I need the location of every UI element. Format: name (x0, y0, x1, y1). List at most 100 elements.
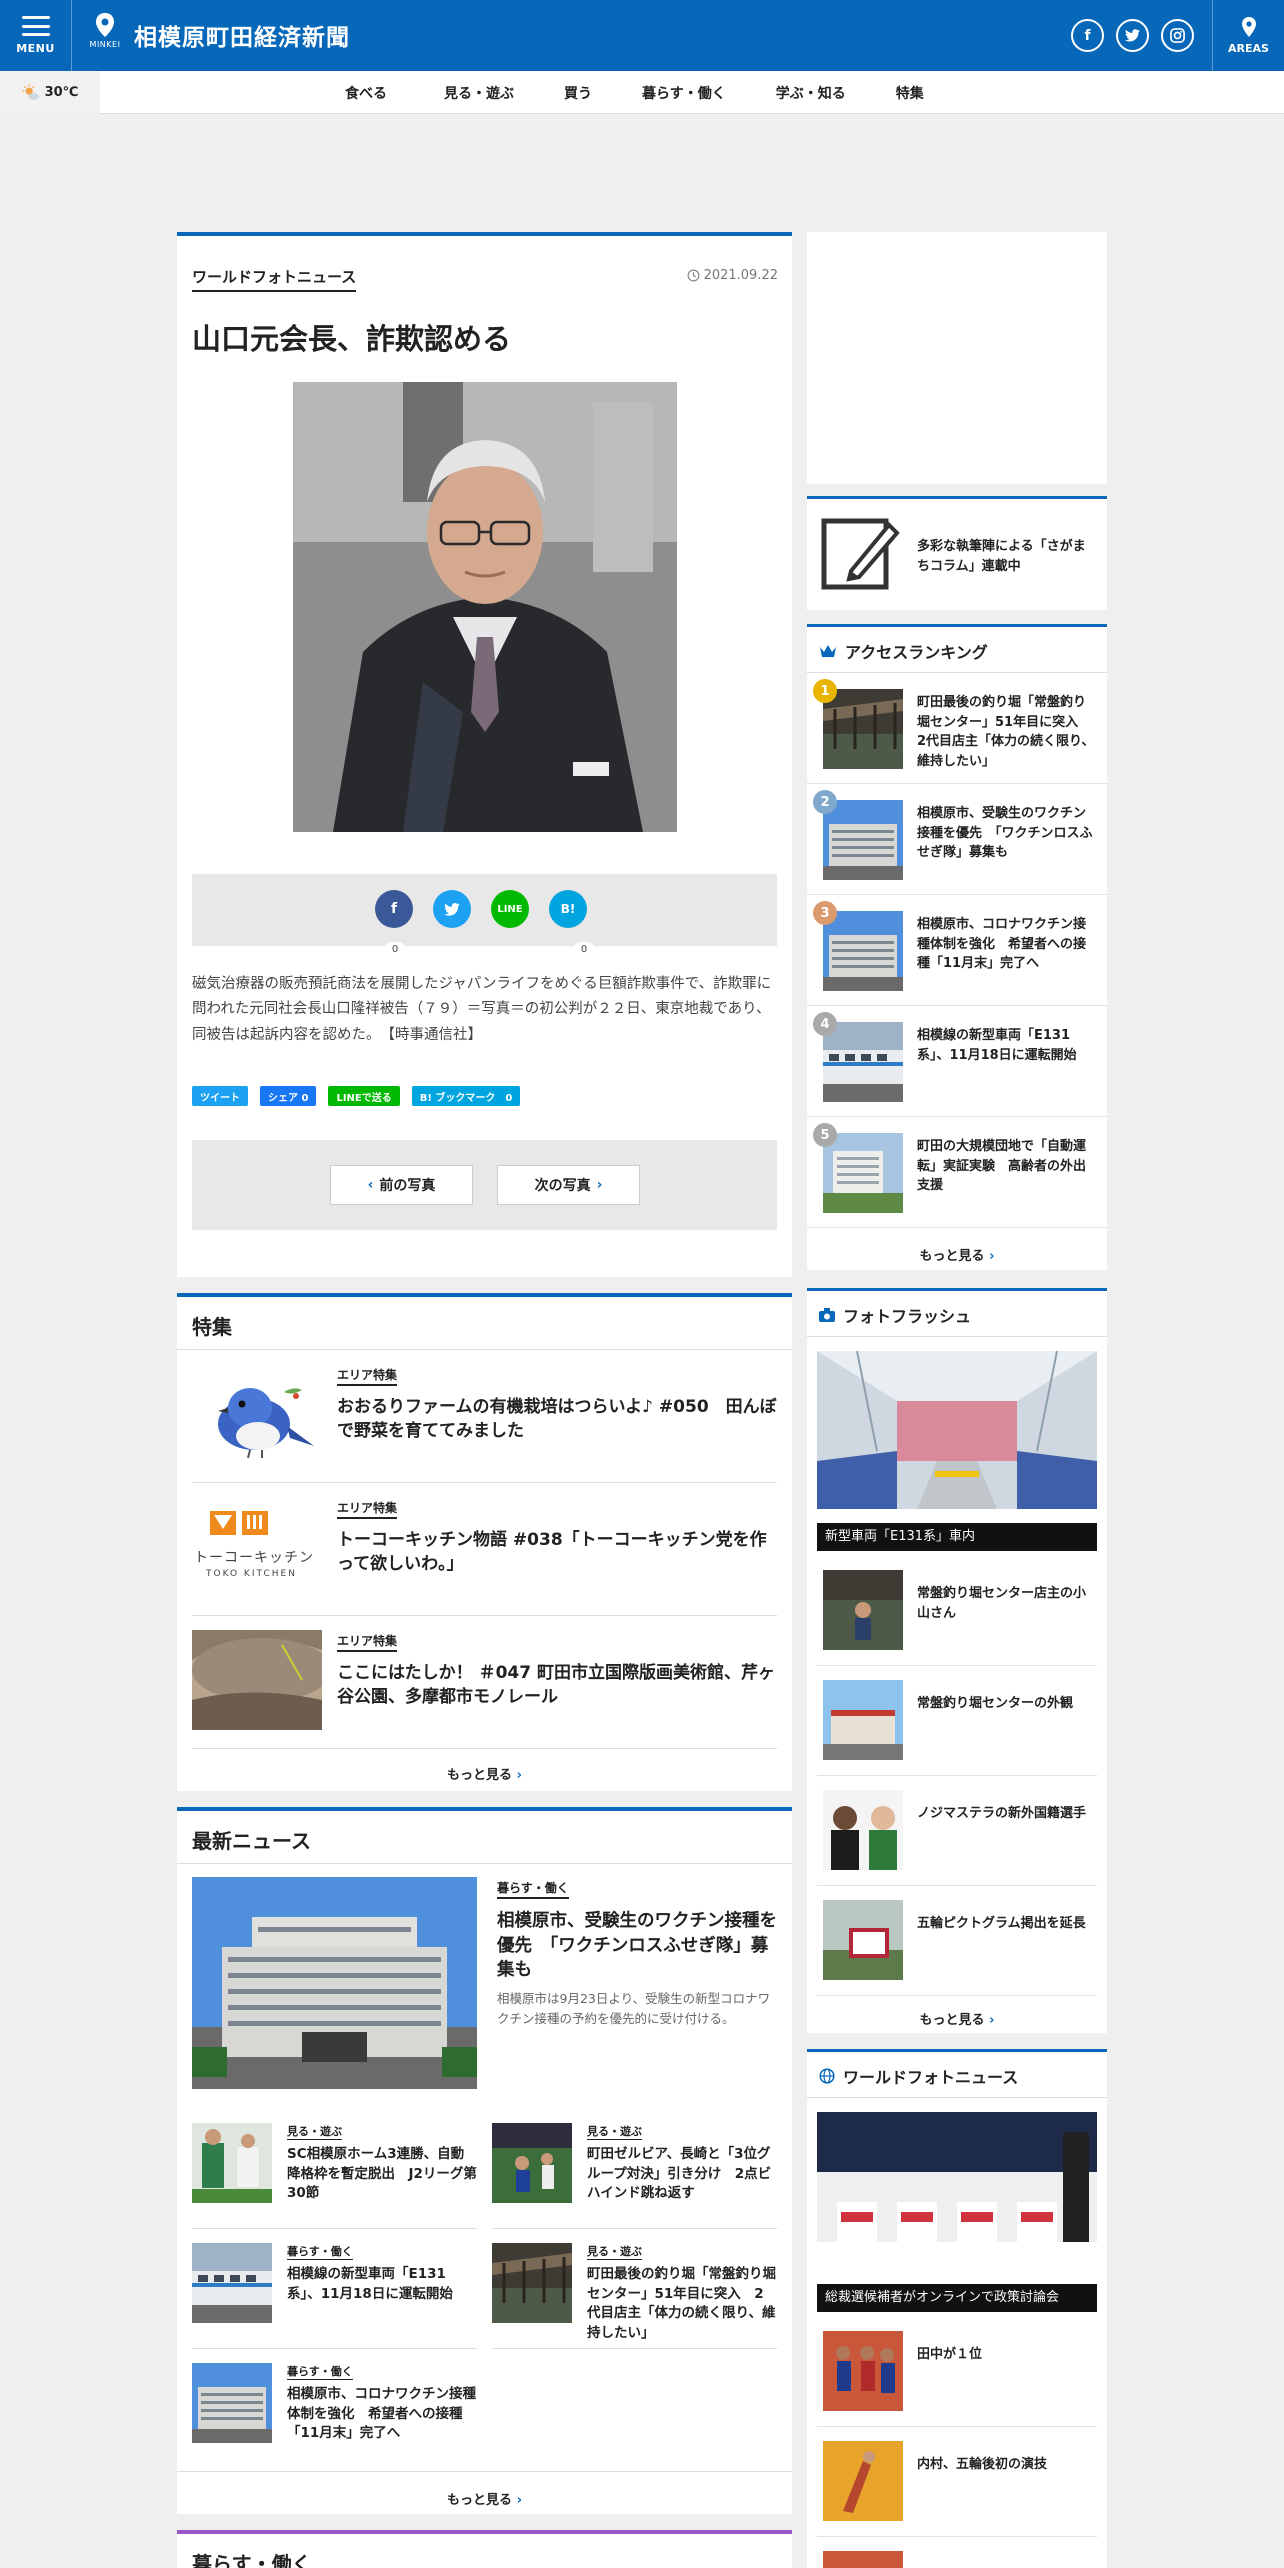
nav-kurasu-hataraku[interactable]: 暮らす・働く (642, 83, 726, 103)
feature-title[interactable]: トーコーキッチン物語 #038「トーコーキッチン党を作って欲しいわ。」 (337, 1529, 777, 1577)
facebook-icon[interactable]: f (1071, 19, 1104, 52)
menu-button[interactable]: MENU (0, 0, 72, 71)
photo-flash-more-link[interactable]: もっと見る › (807, 2009, 1107, 2028)
twitter-share-button[interactable] (433, 890, 471, 928)
photo-flash-heading: フォトフラッシュ (843, 1307, 972, 1326)
feature-title[interactable]: おおるりファームの有機栽培はつらいよ♪ #050 田んぼで野菜を育ててみました (337, 1396, 777, 1444)
feature-thumb-bird (192, 1364, 322, 1464)
feature-more-link[interactable]: もっと見る › (177, 1764, 792, 1783)
feature-category[interactable]: エリア特集 (337, 1499, 398, 1519)
ranking-item[interactable]: 3 相模原市、コロナワクチン接種体制を強化 希望者への接種「11月末」完了へ (807, 895, 1107, 1006)
world-item[interactable] (817, 2537, 1097, 2568)
photo-flash-title[interactable]: 常盤釣り堀センターの外観 (917, 1694, 1092, 1714)
ranking-heading: アクセスランキング (845, 643, 988, 662)
photo-flash-title[interactable]: 五輪ピクトグラム掲出を延長 (917, 1914, 1092, 1934)
twitter-icon[interactable] (1116, 19, 1149, 52)
world-item[interactable]: 内村、五輪後初の演技 (817, 2427, 1097, 2537)
world-item[interactable]: 田中が１位 (817, 2317, 1097, 2427)
line-share-button[interactable]: LINE (491, 890, 529, 928)
camera-icon (819, 1308, 835, 1322)
nav-manabu-shiru[interactable]: 学ぶ・知る (776, 83, 846, 103)
line-send-button[interactable]: LINEで送る (328, 1086, 400, 1106)
partly-sunny-icon (22, 83, 39, 100)
photo-flash-item[interactable]: 五輪ピクトグラム掲出を延長 (817, 1886, 1097, 1996)
lead-news-thumb[interactable] (192, 1877, 477, 2089)
feature-item[interactable]: トーコーキッチン TOKO KITCHEN エリア特集 トーコーキッチン物語 #… (192, 1483, 777, 1616)
ranking-title[interactable]: 相模原市、受験生のワクチン接種を優先 「ワクチンロスふせぎ隊」募集も (917, 804, 1097, 863)
news-category[interactable]: 見る・遊ぶ (587, 2123, 642, 2140)
lead-news-category[interactable]: 暮らす・働く (497, 1879, 569, 1899)
news-item[interactable]: 見る・遊ぶ 町田最後の釣り堀「常盤釣り堀センター」51年目に突入 2代目店主「体… (492, 2229, 777, 2349)
news-title[interactable]: 相模線の新型車両「E131系」、11月18日に運転開始 (287, 2265, 477, 2304)
world-main-photo[interactable] (817, 2112, 1097, 2242)
news-item[interactable]: 見る・遊ぶ SC相模原ホーム3連勝、自動降格枠を暫定脱出 J2リーグ第30節 (192, 2109, 477, 2229)
access-ranking: アクセスランキング 1 町田最後の釣り堀「常盤釣り堀センター」51年目に突入 2… (807, 624, 1107, 1270)
news-item[interactable]: 見る・遊ぶ 町田ゼルビア、長崎と「3位グループ対決」引き分け 2点ビハインド跳ね… (492, 2109, 777, 2229)
hatena-bookmark-button[interactable]: B! ブックマーク 0 (411, 1086, 521, 1106)
photo-flash-thumb (823, 1900, 903, 1980)
ranking-item[interactable]: 2 相模原市、受験生のワクチン接種を優先 「ワクチンロスふせぎ隊」募集も (807, 784, 1107, 895)
article-body: 磁気治療器の販売預託商法を展開したジャパンライフをめぐる巨額詐欺事件で、詐欺罪に… (192, 976, 772, 1043)
feature-section: 特集 エリア特集 おおるりファームの有機栽培はつらいよ♪ #050 田んぼで野菜… (177, 1293, 792, 1791)
photo-flash-title[interactable]: ノジマステラの新外国籍選手 (917, 1804, 1092, 1824)
feature-item[interactable]: エリア特集 おおるりファームの有機栽培はつらいよ♪ #050 田んぼで野菜を育て… (192, 1350, 777, 1483)
lead-news-title[interactable]: 相模原市、受験生のワクチン接種を優先 「ワクチンロスふせぎ隊」募集も (497, 1909, 777, 1983)
photo-flash-item[interactable]: 常盤釣り堀センターの外観 (817, 1666, 1097, 1776)
ranking-title[interactable]: 町田最後の釣り堀「常盤釣り堀センター」51年目に突入 2代目店主「体力の続く限り… (917, 693, 1097, 771)
ranking-item[interactable]: 4 相模線の新型車両「E131系」、11月18日に運転開始 (807, 1006, 1107, 1117)
fb-share-small-button[interactable]: シェア 0 (260, 1086, 317, 1106)
world-title[interactable]: 田中が１位 (917, 2345, 1092, 2365)
prev-photo-button[interactable]: ‹ 前の写真 (330, 1165, 473, 1205)
nav-kau[interactable]: 買う (564, 83, 592, 103)
ranking-more-link[interactable]: もっと見る › (807, 1245, 1107, 1264)
news-title[interactable]: 町田最後の釣り堀「常盤釣り堀センター」51年目に突入 2代目店主「体力の続く限り… (587, 2265, 777, 2343)
ranking-title[interactable]: 相模原市、コロナワクチン接種体制を強化 希望者への接種「11月末」完了へ (917, 915, 1097, 974)
news-title[interactable]: 町田ゼルビア、長崎と「3位グループ対決」引き分け 2点ビハインド跳ね返す (587, 2145, 777, 2204)
nav-tokushu[interactable]: 特集 (896, 83, 924, 103)
photo-flash-item[interactable]: 常盤釣り堀センター店主の小山さん (817, 1556, 1097, 1666)
world-main-caption[interactable]: 総裁選候補者がオンラインで政策討論会 (817, 2284, 1097, 2312)
feature-item[interactable]: エリア特集 ここにはたしか！ ＃047 町田市立国際版画美術館、芹ヶ谷公園、多摩… (192, 1616, 777, 1749)
photo-flash-item[interactable]: ノジマステラの新外国籍選手 (817, 1776, 1097, 1886)
news-thumb (492, 2243, 572, 2323)
latest-news-section: 最新ニュース 暮らす・働く 相模原市、受験生のワクチン接種を優先 「ワクチンロス… (177, 1807, 792, 2514)
site-logo[interactable]: MINKEI 相模原町田経済新聞 (88, 12, 350, 58)
weather-widget[interactable]: 30℃ (0, 71, 100, 114)
ranking-title[interactable]: 町田の大規模団地で「自動運転」実証実験 高齢者の外出支援 (917, 1137, 1097, 1196)
feature-title[interactable]: ここにはたしか！ ＃047 町田市立国際版画美術館、芹ヶ谷公園、多摩都市モノレー… (337, 1662, 777, 1710)
news-thumb (192, 2243, 272, 2323)
ranking-item[interactable]: 1 町田最後の釣り堀「常盤釣り堀センター」51年目に突入 2代目店主「体力の続く… (807, 673, 1107, 784)
areas-button[interactable]: AREAS (1212, 0, 1284, 71)
news-category[interactable]: 見る・遊ぶ (587, 2243, 642, 2260)
latest-more-link[interactable]: もっと見る › (177, 2489, 792, 2508)
instagram-icon[interactable] (1161, 19, 1194, 52)
feature-category[interactable]: エリア特集 (337, 1632, 398, 1652)
ranking-title[interactable]: 相模線の新型車両「E131系」、11月18日に運転開始 (917, 1026, 1097, 1065)
nav-miru-asobu[interactable]: 見る・遊ぶ (444, 83, 514, 103)
news-category[interactable]: 見る・遊ぶ (287, 2123, 342, 2140)
kurasu-section: 暮らす・働く (177, 2530, 792, 2568)
feature-category[interactable]: エリア特集 (337, 1366, 398, 1386)
world-title[interactable]: 内村、五輪後初の演技 (917, 2455, 1092, 2475)
nav-taberu[interactable]: 食べる (345, 83, 387, 103)
next-photo-button[interactable]: 次の写真 › (497, 1165, 640, 1205)
column-banner[interactable]: 多彩な執筆陣による「さがまちコラム」連載中 (807, 496, 1107, 610)
ranking-item[interactable]: 5 町田の大規模団地で「自動運転」実証実験 高齢者の外出支援 (807, 1117, 1107, 1228)
news-category[interactable]: 暮らす・働く (287, 2363, 353, 2380)
kurasu-heading: 暮らす・働く (192, 2552, 312, 2568)
chevron-right-icon: › (989, 1249, 995, 1264)
photo-flash-main-photo[interactable] (817, 1351, 1097, 1509)
news-title[interactable]: 相模原市、コロナワクチン接種体制を強化 希望者への接種「11月末」完了へ (287, 2385, 477, 2444)
photo-flash-main-caption[interactable]: 新型車両「E131系」車内 (817, 1523, 1097, 1551)
facebook-share-button[interactable]: f (375, 890, 413, 928)
news-category[interactable]: 暮らす・働く (287, 2243, 353, 2260)
article-category[interactable]: ワールドフォトニュース (192, 266, 357, 292)
article-photo[interactable] (293, 382, 677, 832)
tweet-button[interactable]: ツイート (192, 1086, 248, 1106)
chevron-right-icon: › (989, 2013, 995, 2028)
news-item[interactable]: 暮らす・働く 相模原市、コロナワクチン接種体制を強化 希望者への接種「11月末」… (192, 2349, 477, 2469)
news-item[interactable]: 暮らす・働く 相模線の新型車両「E131系」、11月18日に運転開始 (192, 2229, 477, 2349)
hatena-share-button[interactable]: B! (549, 890, 587, 928)
photo-flash-title[interactable]: 常盤釣り堀センター店主の小山さん (917, 1584, 1092, 1623)
news-title[interactable]: SC相模原ホーム3連勝、自動降格枠を暫定脱出 J2リーグ第30節 (287, 2145, 477, 2204)
